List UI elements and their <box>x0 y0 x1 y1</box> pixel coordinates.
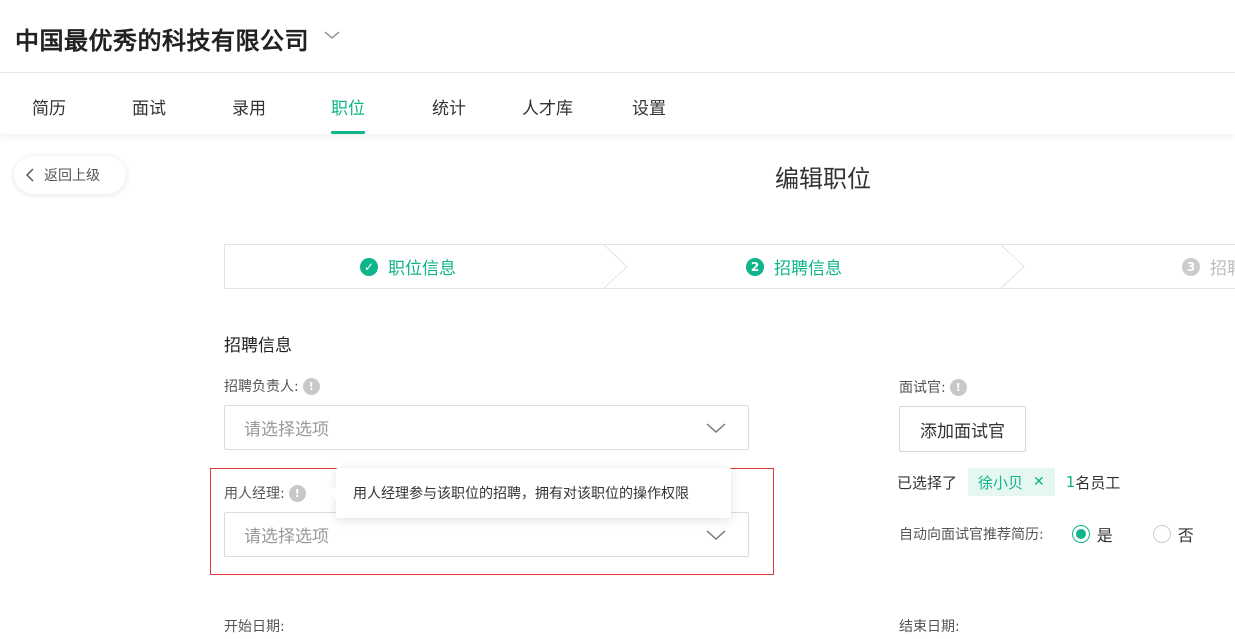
step-number-badge: 2 <box>746 257 764 276</box>
hiring-manager-select-placeholder: 请选择选项 <box>244 527 329 547</box>
info-icon[interactable]: ! <box>288 484 306 502</box>
nav-item-hire[interactable]: 录用 <box>232 94 266 134</box>
interviewer-label: 面试官: ! <box>899 377 967 397</box>
info-icon[interactable]: ! <box>949 378 967 396</box>
add-interviewer-button[interactable]: 添加面试官 <box>899 406 1026 452</box>
chevron-left-icon <box>26 168 34 182</box>
check-icon: ✓ <box>360 257 378 276</box>
selected-prefix: 已选择了 <box>897 473 958 492</box>
main-nav: 简历 面试 录用 职位 统计 人才库 设置 <box>0 74 1235 134</box>
chevron-down-icon[interactable] <box>323 28 341 42</box>
interviewer-label-text: 面试官: <box>899 380 946 396</box>
step-recruitment[interactable]: 3 招聘 <box>1182 245 1235 288</box>
tooltip-arrow <box>329 485 337 501</box>
step-position-info[interactable]: ✓ 职位信息 <box>360 245 456 288</box>
step-indicator: ✓ 职位信息 2 招聘信息 3 招聘 <box>224 244 1235 289</box>
selected-count: 1 <box>1065 473 1076 491</box>
back-button-label: 返回上级 <box>44 168 100 184</box>
auto-recommend-label: 自动向面试官推荐简历: <box>899 527 1044 543</box>
step-separator <box>603 244 628 289</box>
step-separator <box>1000 244 1025 289</box>
nav-item-talent-pool[interactable]: 人才库 <box>522 94 573 134</box>
recruiter-label-text: 招聘负责人: <box>224 379 299 395</box>
page-title: 编辑职位 <box>775 165 871 193</box>
nav-item-settings[interactable]: 设置 <box>632 94 666 134</box>
info-icon[interactable]: ! <box>302 377 320 395</box>
recruiter-select-placeholder: 请选择选项 <box>244 420 329 440</box>
hiring-manager-select[interactable]: 请选择选项 <box>224 512 749 557</box>
step-number-badge: 3 <box>1182 257 1200 276</box>
company-name[interactable]: 中国最优秀的科技有限公司 <box>15 21 309 56</box>
chevron-down-icon <box>706 530 726 541</box>
recruiter-label: 招聘负责人: ! <box>224 376 320 396</box>
nav-item-stats[interactable]: 统计 <box>432 94 466 134</box>
nav-item-resume[interactable]: 简历 <box>32 94 66 134</box>
step-label: 招聘 <box>1210 259 1235 279</box>
nav-item-positions[interactable]: 职位 <box>331 94 365 134</box>
radio-yes[interactable]: 是 <box>1071 522 1113 546</box>
hiring-manager-label: 用人经理: ! <box>224 483 306 503</box>
selected-interviewers: 已选择了 徐小贝 ✕ 1 名员工 <box>897 468 1120 496</box>
radio-no-label: 否 <box>1177 526 1194 545</box>
auto-recommend-row: 自动向面试官推荐简历: 是 否 <box>899 523 1194 545</box>
chevron-down-icon <box>706 423 726 434</box>
step-label: 招聘信息 <box>774 259 842 279</box>
top-bar: 中国最优秀的科技有限公司 <box>0 0 1235 73</box>
close-icon[interactable]: ✕ <box>1033 474 1045 490</box>
step-recruitment-info[interactable]: 2 招聘信息 <box>746 245 842 288</box>
radio-yes-label: 是 <box>1096 526 1113 545</box>
tooltip-text: 用人经理参与该职位的招聘，拥有对该职位的操作权限 <box>353 486 689 502</box>
interviewer-tag-label: 徐小贝 <box>978 473 1024 492</box>
step-label: 职位信息 <box>388 259 456 279</box>
end-date-label: 结束日期: <box>899 619 960 635</box>
section-title: 招聘信息 <box>224 336 292 356</box>
recruiter-select[interactable]: 请选择选项 <box>224 405 749 450</box>
hiring-manager-label-text: 用人经理: <box>224 486 285 502</box>
hiring-manager-tooltip: 用人经理参与该职位的招聘，拥有对该职位的操作权限 <box>329 468 731 518</box>
radio-dot <box>1152 525 1171 543</box>
radio-dot <box>1071 525 1090 543</box>
nav-item-interview[interactable]: 面试 <box>132 94 166 134</box>
start-date-label: 开始日期: <box>224 619 285 635</box>
selected-suffix: 名员工 <box>1075 473 1121 492</box>
back-button[interactable]: 返回上级 <box>14 156 126 194</box>
radio-no[interactable]: 否 <box>1152 522 1194 546</box>
interviewer-tag: 徐小贝 ✕ <box>968 468 1055 496</box>
